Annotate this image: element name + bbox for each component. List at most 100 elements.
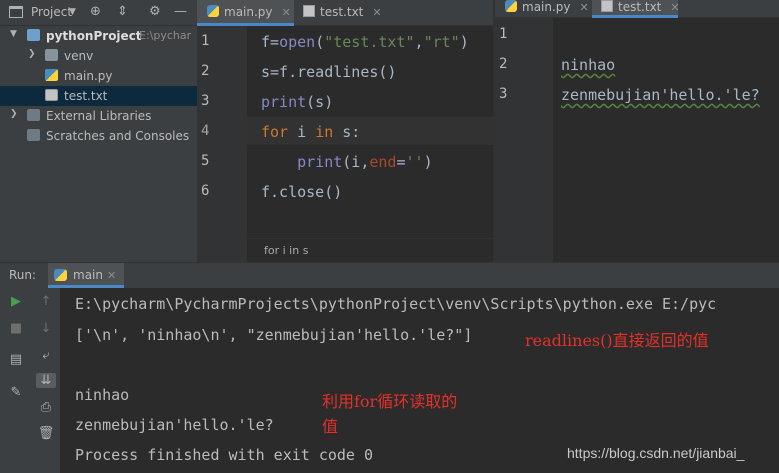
library-icon (27, 109, 40, 121)
console-line: ['\n', 'ninhao\n', "zenmebujian'hello.'l… (75, 326, 473, 344)
code-line[interactable]: f.close() (261, 183, 342, 201)
editor-test-txt[interactable]: main.py ✕ test.txt ✕ 1 2 3 ninhao zenmebuj… (493, 0, 779, 262)
close-icon[interactable]: ✕ (372, 6, 381, 19)
chevron-down-icon[interactable]: ▼ (10, 29, 17, 39)
tree-item-label: Scratches and Consoles (46, 129, 190, 143)
console-line: ninhao (75, 386, 130, 404)
tab-label: main.py (224, 5, 273, 19)
tab-main-py[interactable]: main.py ✕ (197, 0, 294, 26)
line-number: 3 (201, 93, 210, 109)
tree-item-label: External Libraries (46, 109, 152, 123)
code-line[interactable]: for i in s: (261, 123, 360, 141)
watermark: https://blog.csdn.net/jianbai_ (567, 445, 745, 461)
project-window-icon (9, 6, 23, 18)
rerun-icon[interactable]: ▶ (6, 294, 26, 309)
project-panel: Project ▼ ⊕ ⇕ ⚙ — ▼ pythonProject E:\pyc… (0, 0, 197, 262)
editor-main-py[interactable]: main.py ✕ test.txt ✕ 1 2 3 4 5 6 f=open("t… (197, 0, 493, 262)
line-number: 3 (499, 86, 508, 102)
soft-wrap-icon[interactable]: ⤶ (36, 348, 56, 363)
tab-test-txt[interactable]: test.txt ✕ (592, 0, 680, 18)
line-number: 2 (499, 56, 508, 72)
tree-item-scratches[interactable]: Scratches and Consoles (0, 126, 197, 146)
tree-item-label: venv (64, 49, 94, 63)
chevron-down-icon[interactable]: ▼ (69, 7, 76, 17)
code-line[interactable]: f=open("test.txt","rt") (261, 33, 469, 51)
code-line-text: print(i,end='') (297, 153, 433, 171)
console-line: zenmebujian'hello.'le? (75, 416, 274, 434)
close-icon[interactable]: ✕ (107, 269, 116, 282)
tree-item-venv[interactable]: ❯ venv (0, 46, 197, 66)
line-number: 5 (201, 153, 210, 169)
annotation-for-loop: 利用for循环读取的 (322, 392, 458, 411)
stop-icon[interactable]: ■ (6, 321, 26, 336)
tree-item-main-py[interactable]: main.py (0, 66, 197, 86)
tab-label: test.txt (618, 0, 662, 14)
text-file-icon (601, 0, 613, 12)
tree-item-path: E:\pychar (139, 29, 192, 42)
line-number-gutter: 1 2 3 (495, 18, 553, 262)
chevron-right-icon[interactable]: ❯ (10, 109, 18, 119)
console-line: E:\pycharm\PycharmProjects\pythonProject… (75, 295, 717, 313)
python-file-icon (505, 0, 517, 12)
editor-tab-bar: main.py ✕ test.txt ✕ (495, 0, 779, 18)
scratches-icon (27, 129, 40, 141)
close-icon[interactable]: ✕ (282, 6, 291, 19)
python-file-icon (54, 269, 67, 281)
run-tab-label: main (73, 268, 103, 282)
hide-icon[interactable]: — (174, 4, 187, 19)
close-icon[interactable]: ✕ (580, 1, 589, 14)
text-file-icon (303, 5, 315, 17)
up-arrow-icon[interactable]: ↑ (36, 294, 56, 309)
code-line-text: f.close() (261, 183, 343, 201)
python-file-icon (207, 5, 219, 17)
code-line[interactable]: s=f.readlines() (261, 63, 396, 81)
restore-layout-icon[interactable]: ▤ (6, 352, 26, 367)
tree-item-test-txt[interactable]: test.txt (0, 86, 197, 106)
run-toolbar: ▶ ■ ▤ ✎ ↑ ↓ ⤶ ⇊ ⎙ 🗑 (0, 288, 60, 473)
code-line-text: f=open("test.txt","rt") (261, 33, 469, 51)
project-toolbar: Project ▼ ⊕ ⇕ ⚙ — (0, 0, 197, 26)
project-view-dropdown[interactable]: Project (31, 5, 72, 19)
text-line[interactable]: ninhao (561, 56, 615, 74)
tab-label: main.py (522, 0, 571, 14)
tab-main-py[interactable]: main.py ✕ (495, 0, 589, 18)
locate-icon[interactable]: ⊕ (90, 4, 101, 19)
tree-item-label: main.py (64, 69, 113, 83)
print-icon[interactable]: ⎙ (36, 400, 56, 415)
breadcrumb-item[interactable]: for i in s (264, 244, 308, 257)
run-tab-main[interactable]: main ✕ (48, 263, 124, 288)
code-line[interactable]: print(i,end='') (261, 153, 433, 171)
folder-icon (45, 49, 58, 61)
pin-icon[interactable]: ✎ (6, 385, 26, 400)
close-icon[interactable]: ✕ (670, 1, 679, 14)
text-line[interactable]: zenmebujian'hello.'le? (561, 86, 760, 104)
code-line[interactable]: print(s) (261, 93, 333, 111)
tab-test-txt[interactable]: test.txt ✕ (294, 0, 386, 26)
tree-item-label: test.txt (64, 89, 108, 103)
text-file-icon (45, 89, 58, 101)
line-number: 1 (201, 33, 210, 49)
scroll-to-end-icon[interactable]: ⇊ (36, 373, 56, 388)
line-number: 4 (201, 123, 210, 139)
code-line-text: print(s) (261, 93, 334, 111)
collapse-all-icon[interactable]: ⇕ (117, 4, 128, 19)
gear-icon[interactable]: ⚙ (149, 4, 161, 19)
console-line: Process finished with exit code 0 (75, 446, 374, 464)
trash-icon[interactable]: 🗑 (36, 426, 56, 441)
annotation-for-loop-cont: 值 (322, 417, 339, 436)
down-arrow-icon[interactable]: ↓ (36, 321, 56, 336)
tree-item-pythonproject[interactable]: ▼ pythonProject E:\pychar (0, 26, 197, 46)
line-number: 6 (201, 183, 210, 199)
tree-item-external-libraries[interactable]: ❯ External Libraries (0, 106, 197, 126)
code-line-text: s=f.readlines() (261, 63, 397, 81)
line-number: 1 (499, 26, 508, 42)
python-file-icon (45, 69, 58, 81)
breadcrumb[interactable]: for i in s (197, 238, 493, 262)
tab-label: test.txt (320, 5, 364, 19)
tree-item-label: pythonProject (46, 29, 142, 43)
run-panel-header: Run: main ✕ (0, 262, 779, 288)
chevron-right-icon[interactable]: ❯ (28, 49, 36, 59)
run-label: Run: (9, 268, 37, 282)
editor-tab-bar: main.py ✕ test.txt ✕ (197, 0, 493, 26)
console-output[interactable]: E:\pycharm\PycharmProjects\pythonProject… (60, 288, 779, 473)
